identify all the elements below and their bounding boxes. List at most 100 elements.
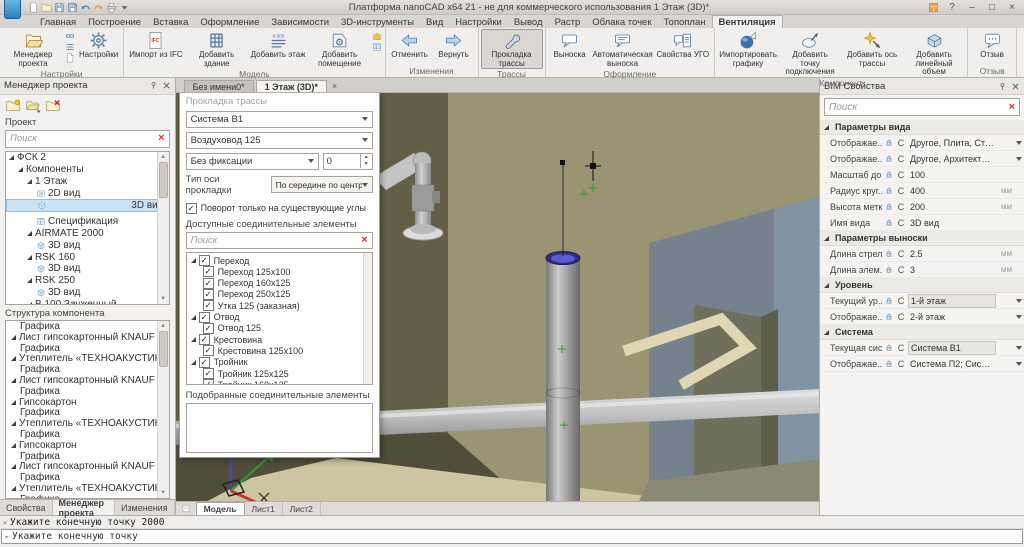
connector-item[interactable]: ✓Переход 125x100 [189,266,372,277]
bim-property-row[interactable]: Отображае...СДругое, Плита, Стена [820,135,1024,151]
structure-item[interactable]: Графика [6,494,169,499]
expander-icon[interactable] [191,258,196,263]
connector-item[interactable]: ✓Крестовина [189,334,372,345]
connector-item[interactable]: ✓Тройник 160x125 [189,379,372,385]
bim-property-value[interactable]: 400 [908,185,996,197]
sheet-tab-1[interactable]: Модель [196,502,245,515]
bim-property-row[interactable]: Масштаб до...С100 [820,167,1024,183]
sheet-tab-3[interactable]: Лист2 [283,502,321,515]
print-icon[interactable] [106,2,117,13]
tree-item[interactable]: 3D вид [6,263,169,275]
list-icon[interactable] [65,42,75,52]
panel-tab-1[interactable]: Свойства [0,500,53,515]
project-manager-button[interactable]: Менеджер проекта [2,29,64,69]
connector-item[interactable]: ✓Тройник [189,357,372,368]
add-room-button[interactable]: Добавить помещение [309,29,371,69]
scrollbar[interactable] [363,253,372,384]
tree-item[interactable]: Компоненты [6,164,169,176]
bim-property-row[interactable]: Высота метк...С200мм [820,199,1024,215]
expander-icon[interactable] [11,356,16,361]
clear-search-icon[interactable]: × [361,235,367,246]
clear-search-icon[interactable]: × [1009,102,1015,113]
bim-property-value[interactable]: 2.5 [908,248,996,260]
tree-item[interactable]: 2D2D вид [6,187,169,199]
menu-tab-11[interactable]: Облака точек [586,16,657,28]
bim-c-button[interactable]: С [896,186,906,196]
tree-item[interactable]: ФСК 2 [6,152,169,164]
add-linear-volume-button[interactable]: Добавить линейный объем [903,29,965,78]
checkbox-checked-icon[interactable]: ✓ [203,300,214,311]
expander-icon[interactable] [191,337,196,342]
menu-tab-6[interactable]: 3D-инструменты [335,16,420,28]
expander-icon[interactable] [27,302,32,305]
bim-property-value[interactable]: Система В1 [908,341,996,355]
tree-item[interactable]: 1 Этаж [6,175,169,187]
undo-small-icon[interactable] [80,2,91,13]
checkbox-checked-icon[interactable]: ✓ [199,334,210,345]
bim-c-button[interactable]: С [896,359,906,369]
scroll-up-icon[interactable]: ▲ [160,321,166,331]
bim-c-button[interactable]: С [896,312,906,322]
bim-property-value[interactable]: Другое, Архитектурный [908,153,996,165]
pin-icon[interactable] [149,81,158,90]
bim-c-button[interactable]: С [896,249,906,259]
structure-item[interactable]: Графика [6,343,169,354]
bim-property-value[interactable]: Система П2; Система В1; Система П1 [908,358,996,370]
checkbox-checked-icon[interactable]: ✓ [203,368,214,379]
expander-icon[interactable] [824,330,829,335]
expander-icon[interactable] [11,421,16,426]
connector-item[interactable]: ✓Отвод [189,311,372,322]
structure-item[interactable]: Утеплитель «ТЕХНОАКУСТИК» [6,483,169,494]
open-file-icon[interactable] [41,2,52,13]
structure-item[interactable]: Лист гипсокартонный KNAUF [6,332,169,343]
spec-table-icon[interactable] [372,42,382,52]
menu-tab-9[interactable]: Вывод [508,16,549,28]
help-button[interactable]: ? [945,2,959,13]
ugo-properties-button[interactable]: Свойства УГО [654,29,713,61]
redo-small-icon[interactable] [93,2,104,13]
bim-c-button[interactable]: С [896,202,906,212]
spinner-arrows-icon[interactable]: ▲▼ [360,154,372,168]
add-route-axis-button[interactable]: Добавить ось трассы [841,29,903,69]
new-file-icon[interactable] [28,2,39,13]
panel-tab-3[interactable]: Изменения [115,500,175,515]
connector-item[interactable]: ✓Отвод 125 [189,323,372,334]
bim-c-button[interactable]: С [896,218,906,228]
expander-icon[interactable] [27,255,32,260]
dialog-search-input[interactable]: Поиск × [186,232,373,249]
expander-icon[interactable] [27,179,32,184]
expander-icon[interactable] [191,315,196,320]
system-select[interactable]: Система В1 [186,111,373,128]
checkbox-checked-icon[interactable]: ✓ [203,278,214,289]
panel-tab-2[interactable]: Менеджер проекта [53,500,115,515]
bim-section-header[interactable]: Параметры выноски [820,231,1024,246]
pin-icon[interactable] [998,82,1007,91]
auto-callout-button[interactable]: Автоматическая выноска [592,29,654,69]
bim-property-row[interactable]: Текущий ур...С1-й этаж [820,293,1024,309]
structure-item[interactable]: Графика [6,408,169,419]
checkbox-checked-icon[interactable]: ✓ [203,379,214,385]
tree-item[interactable]: 3D вид [6,239,169,251]
close-icon[interactable] [1011,82,1020,91]
menu-tab-1[interactable]: Главная [34,16,82,28]
tree-item[interactable]: Спецификация [6,216,169,228]
checkbox-checked-icon[interactable]: ✓ [199,312,210,323]
scrollbar[interactable]: ▲▼ [157,152,169,304]
menu-tab-3[interactable]: Вставка [147,16,194,28]
bim-c-button[interactable]: С [896,170,906,180]
settings-button[interactable]: Настройки [76,29,121,61]
expander-icon[interactable] [11,443,16,448]
bim-section-header[interactable]: Система [820,325,1024,340]
connector-item[interactable]: ✓Переход [189,255,372,266]
fixation-select[interactable]: Без фиксации [186,153,319,170]
axis-type-select[interactable]: По середине по центру [271,176,373,193]
bim-property-row[interactable]: Отображае...ССистема П2; Система В1; Сис… [820,356,1024,372]
duct-select[interactable]: Воздуховод 125 [186,132,373,149]
checkbox-checked-icon[interactable]: ✓ [199,357,210,368]
add-building-button[interactable]: Добавить здание [186,29,248,69]
close-icon[interactable] [162,81,171,90]
expander-icon[interactable] [11,486,16,491]
scroll-up-icon[interactable]: ▲ [160,152,166,162]
document-tab-1[interactable]: Без имени0* [184,80,254,92]
bim-property-value[interactable]: 100 [908,169,996,181]
